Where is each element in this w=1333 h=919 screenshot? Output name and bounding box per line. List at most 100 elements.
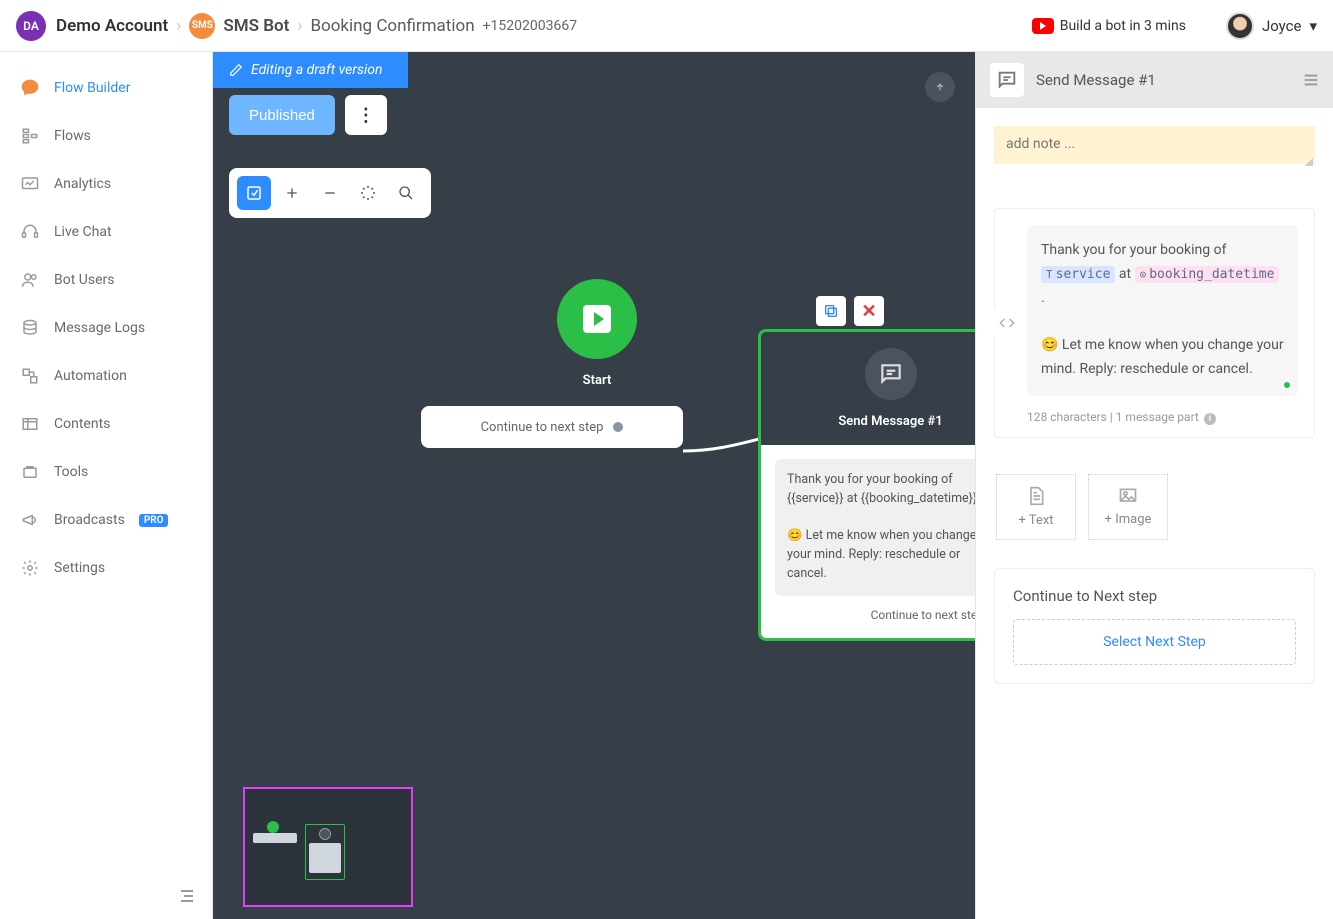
sidebar-collapse-icon[interactable] — [178, 889, 196, 903]
breadcrumb-account[interactable]: Demo Account — [56, 16, 168, 36]
variable-booking-datetime[interactable]: ⊙booking_datetime — [1135, 266, 1280, 283]
flows-icon — [20, 126, 40, 146]
zoom-in-button[interactable] — [275, 176, 309, 210]
sidebar-item-live-chat[interactable]: Live Chat — [0, 208, 212, 256]
node-continue-row[interactable]: Continue to next step — [775, 596, 975, 624]
pro-badge: PRO — [139, 514, 169, 527]
sidebar-item-bot-users[interactable]: Bot Users — [0, 256, 212, 304]
analytics-icon — [20, 174, 40, 194]
msg-text: Thank you for your booking of — [1041, 242, 1226, 258]
chevron-right-icon: › — [176, 16, 181, 36]
msg-text: 😊 Let me know when you change your mind.… — [1041, 337, 1284, 377]
duplicate-node-button[interactable] — [816, 296, 846, 326]
panel-menu-icon[interactable] — [1303, 73, 1319, 87]
chevron-right-icon: › — [297, 16, 302, 36]
upload-button[interactable] — [925, 72, 955, 102]
draft-banner: Editing a draft version — [213, 52, 408, 88]
add-image-block[interactable]: + Image — [1088, 474, 1168, 540]
user-menu[interactable]: Joyce ▾ — [1226, 12, 1317, 40]
nav-label: Message Logs — [54, 320, 145, 336]
sidebar-item-automation[interactable]: Automation — [0, 352, 212, 400]
edit-icon — [229, 63, 243, 77]
note-input[interactable] — [994, 126, 1315, 164]
msg-text: . — [1041, 290, 1045, 306]
next-step-section: Continue to Next step Select Next Step — [994, 568, 1315, 684]
variable-service[interactable]: Tservice — [1041, 266, 1115, 283]
add-image-label: + Image — [1105, 512, 1152, 527]
minimap-node-icon — [305, 824, 345, 880]
msg-text: at — [1119, 266, 1135, 282]
breadcrumb-flow[interactable]: Booking Confirmation — [310, 16, 474, 36]
breadcrumb-bot[interactable]: SMS Bot — [223, 16, 289, 36]
sms-icon: SMS — [189, 13, 215, 39]
minimap-start-icon — [267, 821, 279, 833]
sidebar-item-broadcasts[interactable]: Broadcasts PRO — [0, 496, 212, 544]
sidebar-item-settings[interactable]: Settings — [0, 544, 212, 592]
sidebar-item-analytics[interactable]: Analytics — [0, 160, 212, 208]
status-dot-icon — [1284, 382, 1290, 388]
nav-label: Live Chat — [54, 224, 112, 240]
nav-label: Broadcasts — [54, 512, 125, 528]
start-label: Start — [511, 373, 683, 388]
connector-dot-icon[interactable] — [613, 422, 623, 432]
draft-banner-text: Editing a draft version — [251, 62, 383, 78]
sidebar-item-tools[interactable]: Tools — [0, 448, 212, 496]
tools-icon — [20, 462, 40, 482]
nav-label: Automation — [54, 368, 127, 384]
minimap[interactable] — [243, 787, 413, 907]
account-avatar[interactable]: DA — [16, 11, 46, 41]
node-title: Send Message #1 — [777, 414, 975, 429]
chat-bubble-icon — [20, 78, 40, 98]
start-node[interactable]: Start Continue to next step — [511, 279, 683, 448]
panel-title: Send Message #1 — [1036, 71, 1291, 89]
loading-icon[interactable] — [351, 176, 385, 210]
right-panel: Send Message #1 Thank you for your booki… — [975, 52, 1333, 919]
code-toggle-icon[interactable] — [993, 309, 1021, 337]
continue-label: Continue to next step — [871, 608, 975, 622]
next-step-title: Continue to Next step — [1013, 587, 1296, 605]
delete-node-button[interactable]: ✕ — [854, 296, 884, 326]
megaphone-icon — [20, 510, 40, 530]
add-text-label: + Text — [1018, 513, 1053, 528]
sidebar-item-contents[interactable]: Contents — [0, 400, 212, 448]
send-message-node[interactable]: ✕ Send Message #1 Thank you for your boo… — [758, 329, 975, 641]
more-options-button[interactable]: ⋮ — [345, 95, 387, 135]
sidebar-item-message-logs[interactable]: Message Logs — [0, 304, 212, 352]
play-icon — [557, 279, 637, 359]
document-icon — [1026, 485, 1046, 507]
message-text-editor[interactable]: Thank you for your booking of Tservice a… — [1027, 225, 1298, 396]
canvas[interactable]: Editing a draft version Published ⋮ — [213, 52, 975, 919]
sidebar-item-flow-builder[interactable]: Flow Builder — [0, 64, 212, 112]
sidebar: Flow Builder Flows Analytics Live Chat B… — [0, 52, 213, 919]
published-button[interactable]: Published — [229, 95, 335, 135]
sidebar-item-flows[interactable]: Flows — [0, 112, 212, 160]
nav-label: Flow Builder — [54, 80, 130, 96]
user-name: Joyce — [1262, 17, 1302, 35]
select-next-step-button[interactable]: Select Next Step — [1013, 619, 1296, 665]
gear-icon — [20, 558, 40, 578]
nav-label: Tools — [54, 464, 88, 480]
zoom-out-button[interactable] — [313, 176, 347, 210]
message-preview[interactable]: Thank you for your booking of {{service}… — [775, 459, 975, 596]
start-continue-pill[interactable]: Continue to next step — [421, 406, 683, 448]
minimap-pill-icon — [253, 833, 297, 843]
add-text-block[interactable]: + Text — [996, 474, 1076, 540]
image-icon — [1117, 486, 1139, 506]
build-bot-video-link[interactable]: Build a bot in 3 mins — [1032, 18, 1186, 34]
nav-label: Flows — [54, 128, 91, 144]
message-icon — [990, 63, 1024, 97]
canvas-toolbar — [229, 168, 431, 218]
database-icon — [20, 318, 40, 338]
phone-number: +15202003667 — [483, 18, 578, 34]
nav-label: Contents — [54, 416, 110, 432]
info-icon[interactable]: i — [1204, 413, 1216, 425]
video-link-label: Build a bot in 3 mins — [1060, 18, 1186, 34]
contents-icon — [20, 414, 40, 434]
chevron-down-icon: ▾ — [1309, 17, 1317, 35]
message-editor: Thank you for your booking of Tservice a… — [994, 208, 1315, 438]
users-icon — [20, 270, 40, 290]
nav-label: Analytics — [54, 176, 111, 192]
fit-view-button[interactable] — [237, 176, 271, 210]
message-icon — [865, 348, 917, 400]
search-button[interactable] — [389, 176, 423, 210]
